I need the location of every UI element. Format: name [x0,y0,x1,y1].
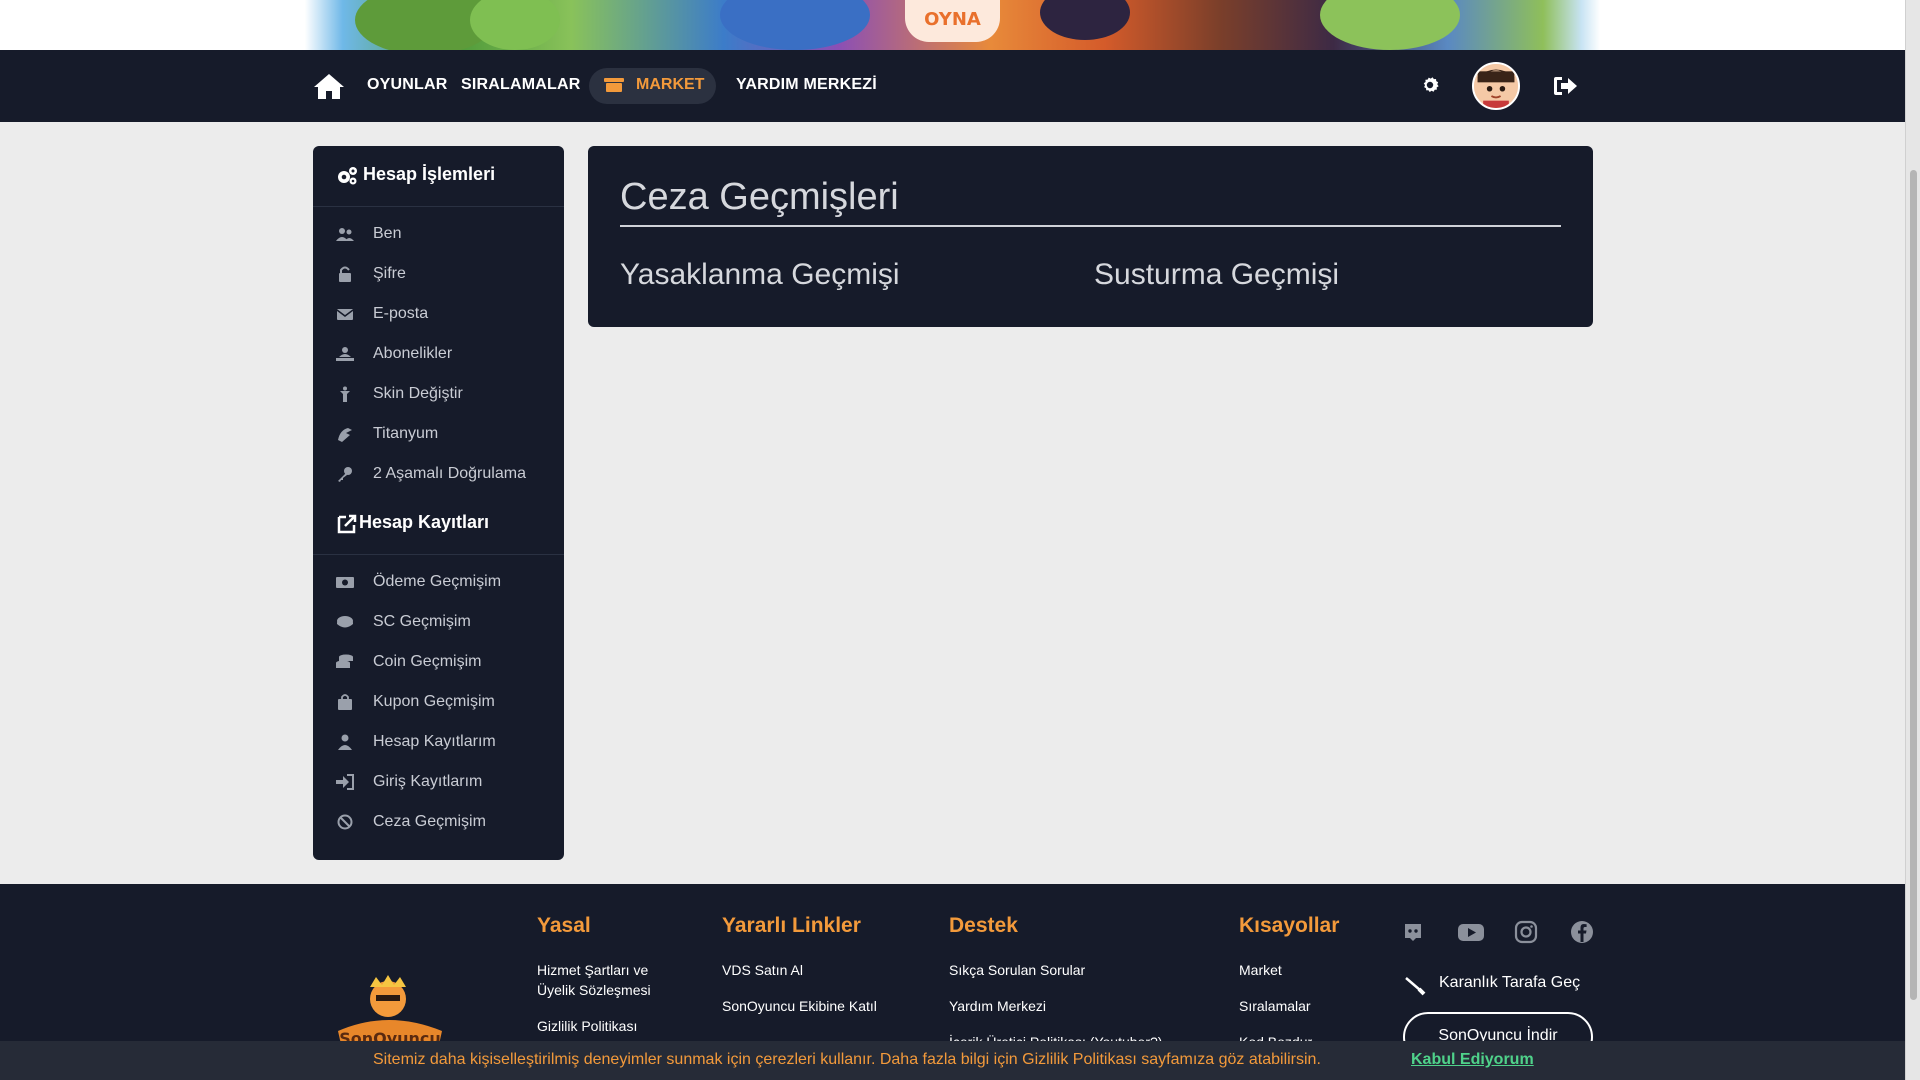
sidebar-item-payment-history[interactable]: Ödeme Geçmişim [336,571,546,595]
cookie-message: Sitemiz daha kişiselleştirilmiş deneyiml… [373,1051,1321,1068]
avatar-face-icon [1474,64,1518,108]
account-sidebar: Hesap İşlemleri Ben Şifre E-posta Abonel… [313,146,564,860]
scrollbar-thumb[interactable] [1910,170,1917,1000]
footer-legal-title: Yasal [537,914,591,937]
sidebar-item-label: Şifre [373,265,406,282]
nav-market-label: MARKET [636,76,705,93]
logout-icon[interactable] [1552,75,1578,97]
page-title: Ceza Geçmişleri [620,176,899,218]
footer-link-terms[interactable]: Hizmet Şartları ve Üyelik Sözleşmesi [537,960,667,1000]
users-icon [336,228,354,241]
home-icon[interactable] [312,72,346,100]
sidebar-item-coin-history[interactable]: Coin Geçmişim [336,651,546,675]
nav-help-link[interactable]: YARDIM MERKEZİ [736,76,877,94]
subscription-icon [336,347,354,361]
page: OYNA OYUNLAR SIRALAMALAR MARKET YARDIM M… [0,0,1905,1080]
footer-link-rankings[interactable]: Sıralamalar [1239,996,1311,1016]
sidebar-item-label: Ödeme Geçmişim [373,573,502,590]
sidebar-item-titanium[interactable]: Titanyum [336,423,546,447]
sidebar-item-label: E-posta [373,305,429,322]
footer-link-vds[interactable]: VDS Satın Al [722,960,803,980]
gear-icon[interactable] [1419,74,1441,96]
top-nav: OYUNLAR SIRALAMALAR MARKET YARDIM MERKEZ… [0,50,1905,122]
footer-link-market[interactable]: Market [1239,960,1282,980]
coins-icon [336,654,353,668]
penalty-history-card: Ceza Geçmişleri Yasaklanma Geçmişi Sustu… [588,146,1593,327]
sidebar-item-account-records[interactable]: Hesap Kayıtlarım [336,731,546,755]
sidebar-section-records-title: Hesap Kayıtları [359,512,490,532]
footer-link-faq[interactable]: Sıkça Sorulan Sorular [949,960,1085,980]
facebook-icon[interactable] [1570,920,1594,944]
sidebar-item-login-records[interactable]: Giriş Kayıtlarım [336,771,546,795]
sidebar-item-label: SC Geçmişim [373,613,471,630]
sidebar-item-skin[interactable]: Skin Değiştir [336,383,546,407]
sidebar-item-label: 2 Aşamalı Doğrulama [373,465,526,482]
lightsaber-icon [1405,977,1426,996]
sidebar-section-account-title: Hesap İşlemleri [363,164,496,184]
sidebar-item-label: Hesap Kayıtlarım [373,733,496,750]
sidebar-item-password[interactable]: Şifre [336,263,546,287]
user-icon [338,734,352,750]
youtube-icon[interactable] [1457,920,1485,944]
sidebar-item-email[interactable]: E-posta [336,303,546,327]
sidebar-item-label: Abonelikler [373,345,453,362]
ban-icon [337,814,353,830]
footer-link-privacy[interactable]: Gizlilik Politikası [537,1016,637,1036]
page-scrollbar[interactable] [1905,0,1920,1080]
cookie-banner: Sitemiz daha kişiselleştirilmiş deneyiml… [0,1041,1905,1080]
envelope-icon [336,309,354,320]
titanium-icon [338,428,352,442]
bag-icon [338,694,352,710]
instagram-icon[interactable] [1514,920,1538,944]
sidebar-item-label: Ben [373,225,402,242]
sidebar-item-label: Skin Değiştir [373,385,463,402]
money-icon [336,577,354,588]
nav-market-button[interactable]: MARKET [589,68,716,104]
sidebar-item-me[interactable]: Ben [336,223,546,247]
sidebar-item-label: Titanyum [373,425,439,442]
sidebar-item-label: Kupon Geçmişim [373,693,495,710]
sidebar-item-sc-history[interactable]: SC Geçmişim [336,611,546,635]
cogs-icon [338,167,357,185]
sidebar-item-label: Coin Geçmişim [373,653,482,670]
footer-link-join-team[interactable]: SonOyuncu Ekibine Katıl [722,996,877,1016]
skin-icon [340,386,350,402]
game-banner: OYNA [0,0,1905,55]
nav-games-link[interactable]: OYUNLAR [367,76,448,94]
sidebar-item-subscriptions[interactable]: Abonelikler [336,343,546,367]
footer-useful-title: Yararlı Linkler [722,914,861,937]
key-icon [338,467,352,482]
sidebar-item-coupon-history[interactable]: Kupon Geçmişim [336,691,546,715]
play-button[interactable]: OYNA [905,0,1000,42]
user-avatar[interactable] [1472,62,1520,110]
dark-mode-label: Karanlık Tarafa Geç [1439,974,1581,991]
divider [620,225,1561,227]
tab-mute-history[interactable]: Susturma Geçmişi [1094,258,1339,292]
tab-ban-history[interactable]: Yasaklanma Geçmişi [620,258,900,292]
sign-in-icon [336,774,354,790]
divider [313,554,564,555]
footer-link-help-center[interactable]: Yardım Merkezi [949,996,1046,1016]
sidebar-item-label: Ceza Geçmişim [373,813,486,830]
shop-icon [604,78,624,92]
sidebar-item-penalty-history[interactable]: Ceza Geçmişim [336,811,546,835]
sidebar-item-label: Giriş Kayıtlarım [373,773,483,790]
divider [313,206,564,207]
sonoyuncu-logo[interactable]: SonOyuncu [330,969,450,1049]
footer-support-title: Destek [949,914,1018,937]
discord-icon[interactable] [1401,920,1425,944]
external-link-icon [337,514,357,534]
nav-rankings-link[interactable]: SIRALAMALAR [461,76,581,94]
sidebar-item-2fa[interactable]: 2 Aşamalı Doğrulama [336,463,546,487]
lock-icon [339,266,351,282]
footer-shortcuts-title: Kısayollar [1239,914,1340,937]
cookie-accept-link[interactable]: Kabul Ediyorum [1411,1051,1534,1069]
sc-icon [337,616,353,628]
